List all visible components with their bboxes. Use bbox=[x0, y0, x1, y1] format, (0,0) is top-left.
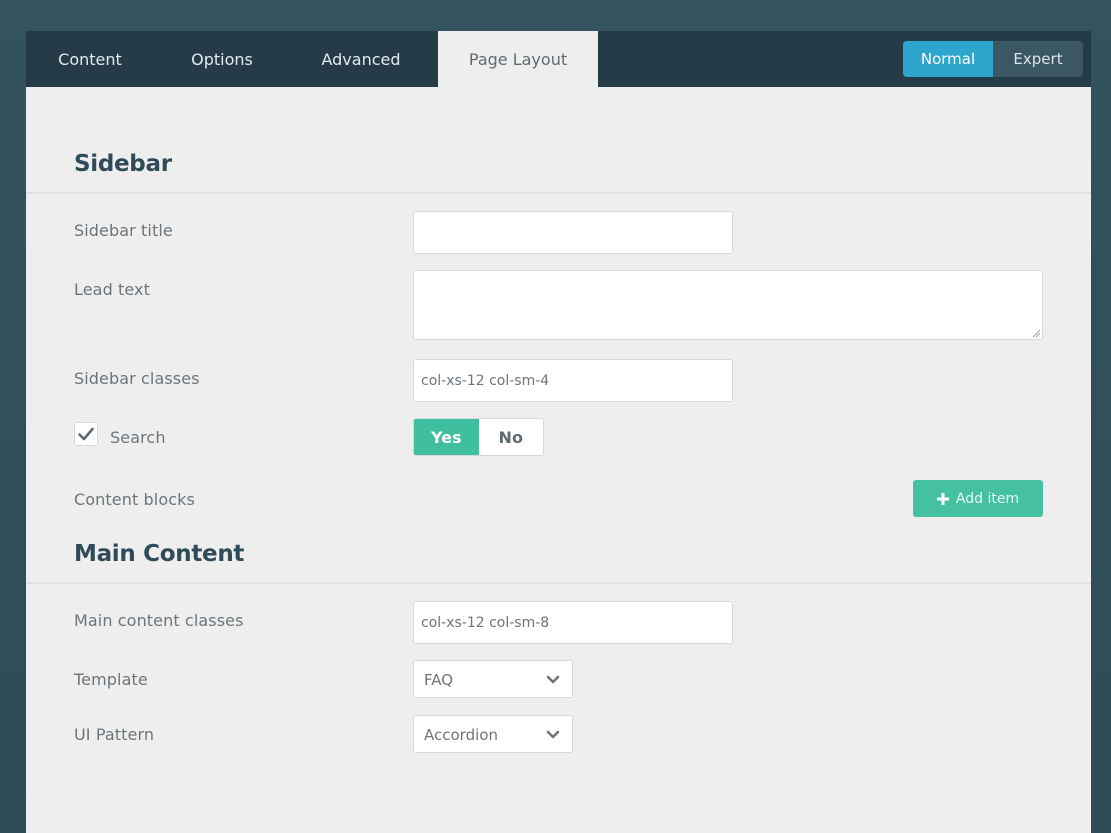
sidebar-title-input[interactable] bbox=[413, 211, 733, 254]
tab-content[interactable]: Content bbox=[26, 31, 154, 87]
lead-text-label: Lead text bbox=[74, 280, 151, 299]
mode-expert-button[interactable]: Expert bbox=[993, 41, 1083, 77]
checkmark-icon bbox=[78, 427, 94, 441]
content-blocks-label: Content blocks bbox=[74, 490, 195, 509]
editor-window: Content Options Advanced Page Layout Nor… bbox=[26, 31, 1091, 833]
template-select-value: FAQ bbox=[424, 671, 454, 689]
ui-pattern-select-value: Accordion bbox=[424, 726, 498, 744]
template-select[interactable]: FAQ bbox=[413, 660, 573, 698]
tab-page-layout[interactable]: Page Layout bbox=[438, 31, 598, 87]
tab-advanced[interactable]: Advanced bbox=[290, 31, 432, 87]
chevron-down-icon bbox=[546, 730, 560, 739]
plus-icon bbox=[936, 492, 949, 505]
search-no-option[interactable]: No bbox=[478, 419, 543, 455]
section-title-sidebar: Sidebar bbox=[74, 151, 172, 177]
mode-normal-button[interactable]: Normal bbox=[903, 41, 993, 77]
resize-grip-icon[interactable] bbox=[1031, 328, 1041, 338]
section-divider bbox=[26, 192, 1091, 194]
sidebar-classes-label: Sidebar classes bbox=[74, 369, 200, 388]
tab-bar: Content Options Advanced Page Layout Nor… bbox=[26, 31, 1091, 87]
mode-switch: Normal Expert bbox=[903, 41, 1083, 77]
tab-options[interactable]: Options bbox=[154, 31, 290, 87]
add-item-button[interactable]: Add item bbox=[913, 480, 1043, 517]
ui-pattern-label: UI Pattern bbox=[74, 725, 155, 744]
lead-text-input[interactable] bbox=[413, 270, 1043, 340]
search-checkbox[interactable] bbox=[74, 422, 98, 446]
template-label: Template bbox=[74, 670, 148, 689]
section-divider bbox=[26, 582, 1091, 584]
lead-text-field bbox=[413, 270, 1043, 340]
chevron-down-icon bbox=[546, 675, 560, 684]
search-yes-option[interactable]: Yes bbox=[414, 419, 479, 455]
main-content-classes-label: Main content classes bbox=[74, 611, 244, 630]
sidebar-classes-input[interactable] bbox=[413, 359, 733, 402]
search-toggle: Yes No bbox=[413, 418, 544, 456]
sidebar-title-label: Sidebar title bbox=[74, 221, 173, 240]
ui-pattern-select[interactable]: Accordion bbox=[413, 715, 573, 753]
main-content-classes-input[interactable] bbox=[413, 601, 733, 644]
section-title-main-content: Main Content bbox=[74, 541, 245, 567]
add-item-label: Add item bbox=[955, 490, 1020, 507]
search-label: Search bbox=[110, 428, 166, 447]
